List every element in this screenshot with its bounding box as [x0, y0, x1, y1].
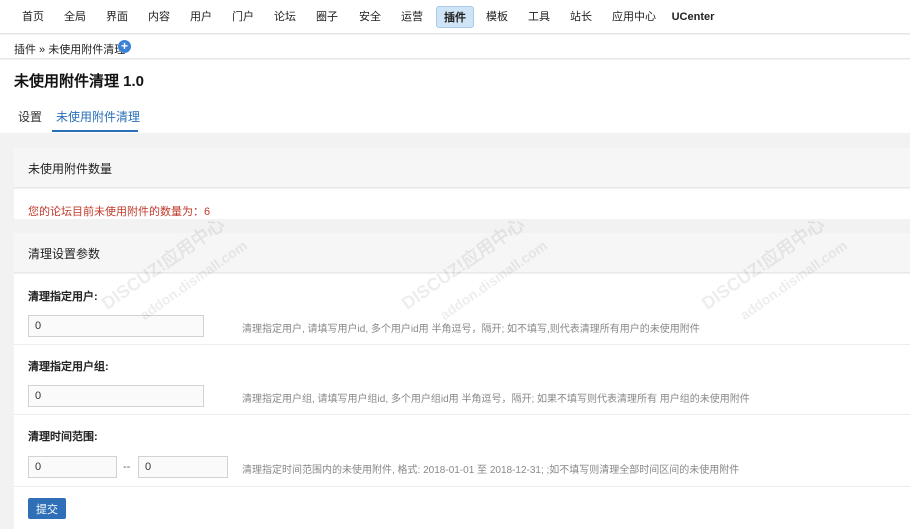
- nav-item-interface[interactable]: 界面: [103, 6, 131, 28]
- nav-item-operations[interactable]: 运营: [398, 6, 426, 28]
- tab-settings[interactable]: 设置: [18, 108, 42, 125]
- time-range-label: 清理时间范围:: [28, 431, 98, 443]
- settings-section-header: 清理设置参数: [14, 233, 910, 273]
- usergroup-filter-input[interactable]: [28, 385, 204, 407]
- user-filter-input[interactable]: [28, 315, 204, 337]
- nav-item-plugins[interactable]: 插件: [436, 6, 474, 28]
- breadcrumb-bar: 插件 » 未使用附件清理: [0, 35, 910, 59]
- nav-item-tools[interactable]: 工具: [525, 6, 553, 28]
- time-range-help: 清理指定时间范围内的未使用附件, 格式: 2018-01-01 至 2018-1…: [242, 465, 740, 476]
- row-divider: [14, 344, 910, 345]
- nav-item-ucenter[interactable]: UCenter: [670, 6, 716, 28]
- nav-item-forum[interactable]: 论坛: [271, 6, 299, 28]
- unused-attachment-count: 您的论坛目前未使用附件的数量为：6: [28, 206, 211, 218]
- settings-section-body: 清理指定用户: 清理指定用户, 请填写用户id, 多个用户id用 半角逗号，隔开…: [14, 274, 910, 529]
- nav-item-global[interactable]: 全局: [61, 6, 89, 28]
- nav-item-templates[interactable]: 模板: [483, 6, 511, 28]
- nav-item-app-center[interactable]: 应用中心: [610, 6, 658, 28]
- nav-item-users[interactable]: 用户: [187, 6, 215, 28]
- breadcrumb: 插件 » 未使用附件清理: [14, 44, 126, 56]
- add-shortcut-icon[interactable]: +: [118, 40, 131, 53]
- row-divider: [14, 414, 910, 415]
- nav-item-content[interactable]: 内容: [145, 6, 173, 28]
- nav-item-security[interactable]: 安全: [356, 6, 384, 28]
- nav-item-webmaster[interactable]: 站长: [567, 6, 595, 28]
- settings-section-title: 清理设置参数: [28, 247, 101, 261]
- usergroup-filter-label: 清理指定用户组:: [28, 361, 109, 373]
- nav-item-group[interactable]: 圈子: [313, 6, 341, 28]
- user-filter-label: 清理指定用户:: [28, 291, 98, 303]
- tab-cleanup[interactable]: 未使用附件清理: [56, 108, 140, 125]
- time-range-start-input[interactable]: [28, 456, 117, 478]
- top-nav: 首页 全局 界面 内容 用户 门户 论坛 圈子 安全 运营 插件 模板 工具 站…: [0, 0, 910, 34]
- active-tab-indicator: [52, 130, 138, 132]
- nav-item-home[interactable]: 首页: [19, 6, 47, 28]
- count-section-body: 您的论坛目前未使用附件的数量为：6: [14, 189, 910, 219]
- submit-button[interactable]: 提交: [28, 498, 66, 519]
- page-title: 未使用附件清理 1.0: [14, 73, 145, 90]
- time-range-end-input[interactable]: [138, 456, 228, 478]
- user-filter-help: 清理指定用户, 请填写用户id, 多个用户id用 半角逗号，隔开; 如不填写,则…: [242, 324, 700, 335]
- title-area: 未使用附件清理 1.0 设置 未使用附件清理: [0, 60, 910, 133]
- count-section-header: 未使用附件数量: [14, 148, 910, 188]
- time-range-separator: --: [123, 461, 131, 473]
- nav-item-portal[interactable]: 门户: [229, 6, 257, 28]
- usergroup-filter-help: 清理指定用户组, 请填写用户组id, 多个用户组id用 半角逗号，隔开; 如果不…: [242, 394, 750, 405]
- count-section-title: 未使用附件数量: [28, 162, 113, 176]
- row-divider: [14, 486, 910, 487]
